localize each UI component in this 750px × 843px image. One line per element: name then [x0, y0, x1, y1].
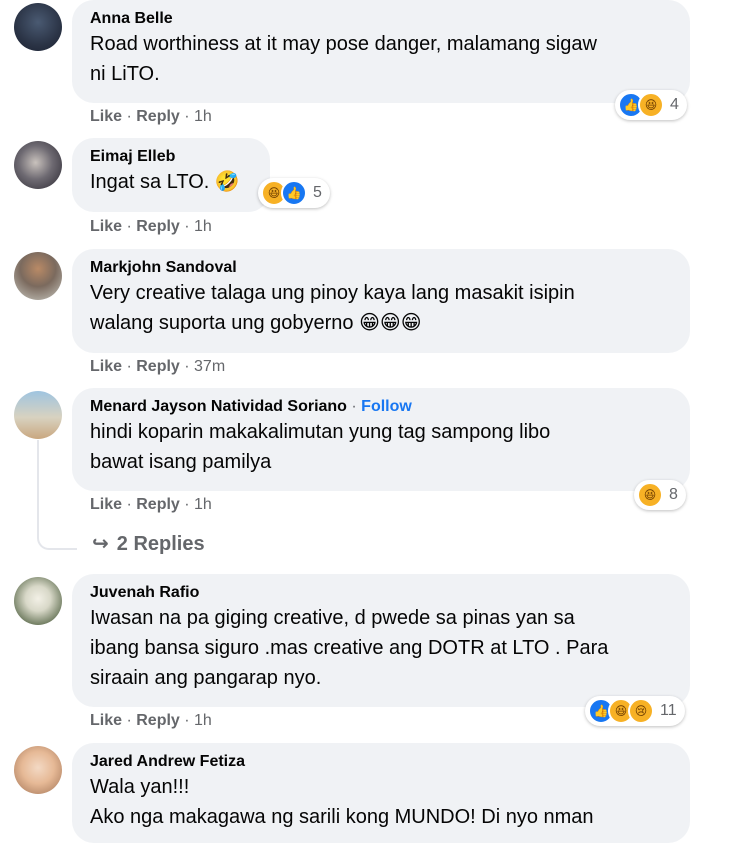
- avatar[interactable]: [14, 391, 62, 439]
- reaction-summary[interactable]: 😆 👍 5: [258, 178, 330, 208]
- separator: ·: [179, 496, 195, 513]
- separator: ·: [179, 358, 195, 375]
- comment-text-line: Ingat sa LTO. 🤣: [90, 171, 240, 193]
- comment-bubble: Markjohn Sandoval Very creative talaga u…: [72, 249, 690, 353]
- comment-author[interactable]: Markjohn Sandoval: [90, 258, 674, 278]
- sad-icon: 😢: [628, 698, 654, 724]
- view-replies-link[interactable]: ↪ 2 Replies: [92, 531, 205, 556]
- replies-count-label: 2 Replies: [116, 533, 205, 555]
- separator: ·: [122, 358, 137, 375]
- reaction-summary[interactable]: 👍 😆 4: [615, 90, 687, 120]
- avatar[interactable]: [14, 746, 62, 794]
- like-link[interactable]: Like: [90, 496, 122, 513]
- comment-actions: Like · Reply · 1h: [90, 218, 212, 236]
- comment-actions: Like · Reply · 37m: [90, 358, 225, 376]
- reply-link[interactable]: Reply: [136, 218, 180, 235]
- comment-text-line: Road worthiness at it may pose danger, m…: [90, 33, 597, 55]
- comment-text-line: ibang bansa siguro .mas creative ang DOT…: [90, 637, 609, 659]
- comment-actions: Like · Reply · 1h: [90, 108, 212, 126]
- comment-bubble: Jared Andrew Fetiza Wala yan!!! Ako nga …: [72, 743, 690, 843]
- comment-bubble: Juvenah Rafio Iwasan na pa giging creati…: [72, 574, 690, 707]
- comment-bubble: Menard Jayson Natividad Soriano · Follow…: [72, 388, 690, 491]
- like-link[interactable]: Like: [90, 358, 122, 375]
- comment-text-line: siraain ang pangarap nyo.: [90, 667, 322, 689]
- separator: ·: [179, 218, 195, 235]
- timestamp[interactable]: 1h: [194, 218, 212, 235]
- separator: ·: [122, 218, 137, 235]
- avatar[interactable]: [14, 252, 62, 300]
- separator: ·: [346, 398, 362, 415]
- like-link[interactable]: Like: [90, 218, 122, 235]
- comment-bubble: Eimaj Elleb Ingat sa LTO. 🤣: [72, 138, 270, 212]
- reply-link[interactable]: Reply: [136, 496, 180, 513]
- comment-text-line: Ako nga makagawa ng sarili kong MUNDO! D…: [90, 806, 594, 828]
- like-link[interactable]: Like: [90, 712, 122, 729]
- comment-text-line: hindi koparin makakalimutan yung tag sam…: [90, 421, 551, 443]
- timestamp[interactable]: 1h: [194, 712, 212, 729]
- reaction-count: 11: [660, 702, 677, 719]
- separator: ·: [122, 496, 137, 513]
- comment-author[interactable]: Anna Belle: [90, 9, 674, 29]
- comment-author-name[interactable]: Menard Jayson Natividad Soriano: [90, 398, 347, 415]
- comment-text-line: Iwasan na pa giging creative, d pwede sa…: [90, 607, 575, 629]
- reaction-summary[interactable]: 👍 😆 😢 11: [585, 696, 685, 726]
- haha-icon: 😆: [638, 92, 664, 118]
- comment-text-line: walang suporta ung gobyerno 😁😁😁: [90, 312, 422, 334]
- reply-arrow-icon: ↪: [92, 533, 109, 555]
- avatar[interactable]: [14, 3, 62, 51]
- follow-button[interactable]: Follow: [361, 398, 412, 415]
- like-link[interactable]: Like: [90, 108, 122, 125]
- comment-text-line: Wala yan!!!: [90, 776, 190, 798]
- separator: ·: [122, 712, 137, 729]
- reply-link[interactable]: Reply: [136, 108, 180, 125]
- timestamp[interactable]: 37m: [194, 358, 225, 375]
- avatar[interactable]: [14, 141, 62, 189]
- like-icon: 👍: [281, 180, 307, 206]
- haha-icon: 😆: [637, 482, 663, 508]
- reaction-count: 5: [313, 184, 322, 201]
- avatar[interactable]: [14, 577, 62, 625]
- separator: ·: [179, 712, 195, 729]
- comment-actions: Like · Reply · 1h: [90, 496, 212, 514]
- timestamp[interactable]: 1h: [194, 108, 212, 125]
- reaction-count: 8: [669, 486, 678, 503]
- thread-connector: [37, 440, 77, 550]
- separator: ·: [122, 108, 137, 125]
- comment-text-line: bawat isang pamilya: [90, 451, 272, 473]
- separator: ·: [179, 108, 195, 125]
- comment-author[interactable]: Jared Andrew Fetiza: [90, 752, 674, 772]
- timestamp[interactable]: 1h: [194, 496, 212, 513]
- reply-link[interactable]: Reply: [136, 712, 180, 729]
- comment-author[interactable]: Eimaj Elleb: [90, 147, 254, 167]
- comment-text-line: Very creative talaga ung pinoy kaya lang…: [90, 282, 575, 304]
- reaction-count: 4: [670, 96, 679, 113]
- comment-actions: Like · Reply · 1h: [90, 712, 212, 730]
- reaction-summary[interactable]: 😆 8: [634, 480, 686, 510]
- comment-text-line: ni LiTO.: [90, 63, 160, 85]
- comment-author: Menard Jayson Natividad Soriano · Follow: [90, 397, 674, 417]
- comment-bubble: Anna Belle Road worthiness at it may pos…: [72, 0, 690, 103]
- comment-author[interactable]: Juvenah Rafio: [90, 583, 674, 603]
- reply-link[interactable]: Reply: [136, 358, 180, 375]
